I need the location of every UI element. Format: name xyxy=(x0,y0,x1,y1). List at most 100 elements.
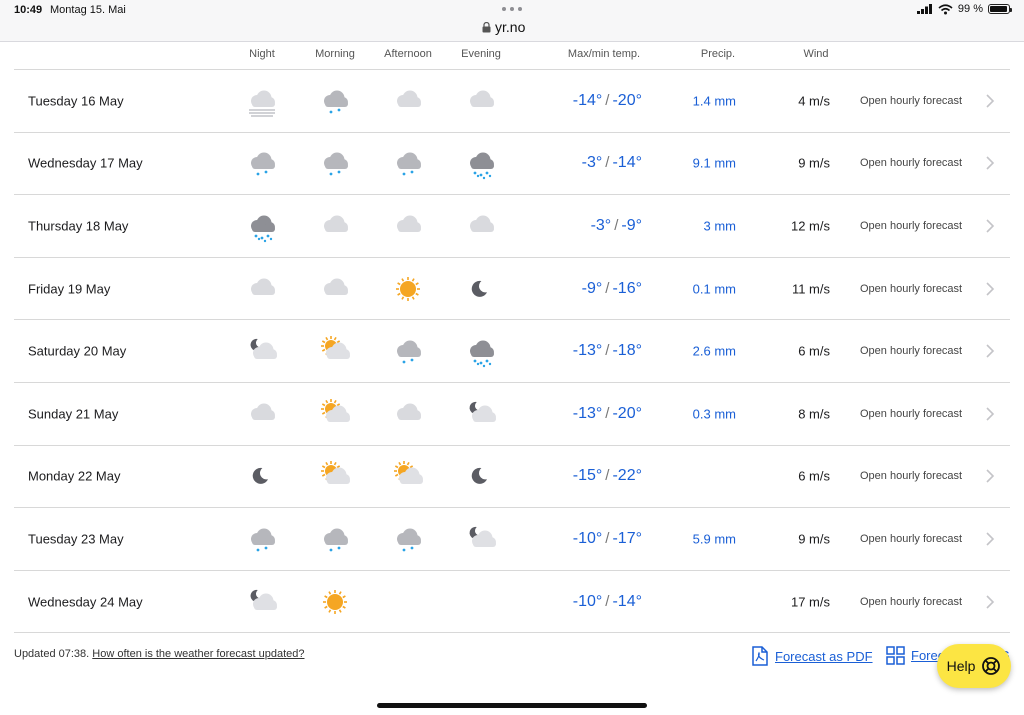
cloud-icon xyxy=(470,90,494,107)
table-row[interactable]: Wednesday 24 May -10° / -14° 17 m/s Open h… xyxy=(14,571,1010,634)
col-afternoon: Afternoon xyxy=(384,48,432,60)
table-row[interactable]: Friday 19 May -9° / -16° 0.1 mm 11 m/s Ope… xyxy=(14,258,1010,321)
temperature: -3° / -9° xyxy=(590,216,642,234)
chevron-right-icon[interactable] xyxy=(984,93,996,109)
min-temp: -9° xyxy=(621,216,642,234)
forecast-pdf-link[interactable]: Forecast as PDF xyxy=(751,646,873,666)
wind-speed: 9 m/s xyxy=(798,155,830,171)
night-icon xyxy=(245,585,279,619)
day-label: Thursday 18 May xyxy=(28,218,129,234)
table-row[interactable]: Saturday 20 May -13° / -18° 2.6 mm 6 m/s O… xyxy=(14,320,1010,383)
temperature: -10° / -14° xyxy=(572,592,642,610)
sun-icon xyxy=(396,276,420,301)
min-temp: -16° xyxy=(612,279,642,297)
pdf-icon xyxy=(752,646,768,666)
max-temp: -14° xyxy=(572,91,603,109)
cloud-light-snow-icon xyxy=(397,528,421,552)
grid-icon xyxy=(886,646,905,665)
home-indicator[interactable] xyxy=(377,703,647,708)
chevron-right-icon[interactable] xyxy=(984,155,996,171)
table-row[interactable]: Tuesday 23 May -10° / -17° 5.9 mm 9 m/s Op… xyxy=(14,508,1010,571)
chevron-right-icon[interactable] xyxy=(984,468,996,484)
night-icon xyxy=(245,459,279,493)
cloud-light-snow-icon xyxy=(251,528,275,552)
updated-info: Updated 07:38. How often is the weather … xyxy=(14,648,304,660)
table-row[interactable]: Tuesday 16 May -14° / -20° 1.4 mm 4 m/s Op… xyxy=(14,70,1010,133)
url-text: yr.no xyxy=(495,19,526,35)
afternoon-icon xyxy=(391,209,425,243)
morning-icon xyxy=(318,272,352,306)
cloud-icon xyxy=(397,403,421,420)
max-temp: -3° xyxy=(590,216,612,234)
open-hourly-forecast-link[interactable]: Open hourly forecast xyxy=(860,470,962,482)
afternoon-icon xyxy=(391,522,425,556)
chevron-right-icon[interactable] xyxy=(984,406,996,422)
signal-icon xyxy=(916,4,932,14)
open-hourly-forecast-link[interactable]: Open hourly forecast xyxy=(860,157,962,169)
lifebuoy-icon xyxy=(982,657,1001,675)
chevron-right-icon[interactable] xyxy=(984,531,996,547)
sun-cloud-icon xyxy=(394,461,423,485)
cloud-light-snow-icon xyxy=(251,152,275,176)
wind-speed: 4 m/s xyxy=(798,93,830,109)
open-hourly-forecast-link[interactable]: Open hourly forecast xyxy=(860,95,962,107)
status-bar: 10:49 Montag 15. Mai yr.no 99 % xyxy=(0,0,1024,42)
help-button[interactable]: Help xyxy=(937,644,1011,688)
open-hourly-forecast-link[interactable]: Open hourly forecast xyxy=(860,533,962,545)
precipitation: 0.3 mm xyxy=(692,406,736,422)
cloud-icon xyxy=(470,215,494,232)
morning-icon xyxy=(318,397,352,431)
night-icon xyxy=(245,334,279,368)
chevron-right-icon[interactable] xyxy=(984,594,996,610)
morning-icon xyxy=(318,84,352,118)
temperature: -14° / -20° xyxy=(572,91,642,109)
temperature: -13° / -20° xyxy=(572,404,642,422)
min-temp: -14° xyxy=(612,592,642,610)
moon-icon xyxy=(471,468,487,485)
wind-speed: 11 m/s xyxy=(791,281,830,297)
min-temp: -20° xyxy=(612,404,642,422)
cloud-heavy-snow-icon xyxy=(251,215,275,243)
cloud-icon xyxy=(397,215,421,232)
evening-icon xyxy=(464,334,498,368)
cloud-light-snow-icon xyxy=(324,528,348,552)
open-hourly-forecast-link[interactable]: Open hourly forecast xyxy=(860,283,962,295)
more-options-icon[interactable] xyxy=(502,7,522,13)
updated-text: Updated 07:38. xyxy=(14,648,90,660)
evening-icon xyxy=(464,272,498,306)
evening-icon xyxy=(464,209,498,243)
fog-icon xyxy=(249,90,275,117)
precipitation: 0.1 mm xyxy=(692,281,736,297)
moon-icon xyxy=(471,280,487,297)
day-label: Sunday 21 May xyxy=(28,406,119,422)
cloud-light-snow-icon xyxy=(397,152,421,176)
chevron-right-icon[interactable] xyxy=(984,281,996,297)
address-bar[interactable]: yr.no xyxy=(482,19,525,35)
chevron-right-icon[interactable] xyxy=(984,218,996,234)
night-icon xyxy=(245,84,279,118)
chevron-right-icon[interactable] xyxy=(984,343,996,359)
precipitation: 3 mm xyxy=(703,218,737,234)
table-row[interactable]: Thursday 18 May -3° / -9° 3 mm 12 m/s Open… xyxy=(14,195,1010,258)
wind-speed: 6 m/s xyxy=(798,468,830,484)
table-row[interactable]: Monday 22 May -15° / -22° 6 m/s Open hourl… xyxy=(14,446,1010,509)
evening-icon xyxy=(464,585,498,619)
battery-percent: 99 % xyxy=(957,3,983,15)
wifi-icon xyxy=(938,3,953,14)
table-row[interactable]: Sunday 21 May -13° / -20° 0.3 mm 8 m/s Ope… xyxy=(14,383,1010,446)
day-label: Wednesday 24 May xyxy=(28,594,143,610)
cloud-icon xyxy=(324,215,348,232)
moon-cloud-icon xyxy=(469,401,496,422)
temperature: -15° / -22° xyxy=(572,467,642,485)
evening-icon xyxy=(464,397,498,431)
morning-icon xyxy=(318,334,352,368)
open-hourly-forecast-link[interactable]: Open hourly forecast xyxy=(860,220,962,232)
open-hourly-forecast-link[interactable]: Open hourly forecast xyxy=(860,596,962,608)
night-icon xyxy=(245,209,279,243)
wind-speed: 8 m/s xyxy=(798,406,830,422)
cloud-heavy-snow-icon xyxy=(470,152,494,180)
open-hourly-forecast-link[interactable]: Open hourly forecast xyxy=(860,345,962,357)
open-hourly-forecast-link[interactable]: Open hourly forecast xyxy=(860,408,962,420)
update-frequency-link[interactable]: How often is the weather forecast update… xyxy=(92,648,304,660)
table-row[interactable]: Wednesday 17 May -3° / -14° 9.1 mm 9 m/s O… xyxy=(14,133,1010,196)
